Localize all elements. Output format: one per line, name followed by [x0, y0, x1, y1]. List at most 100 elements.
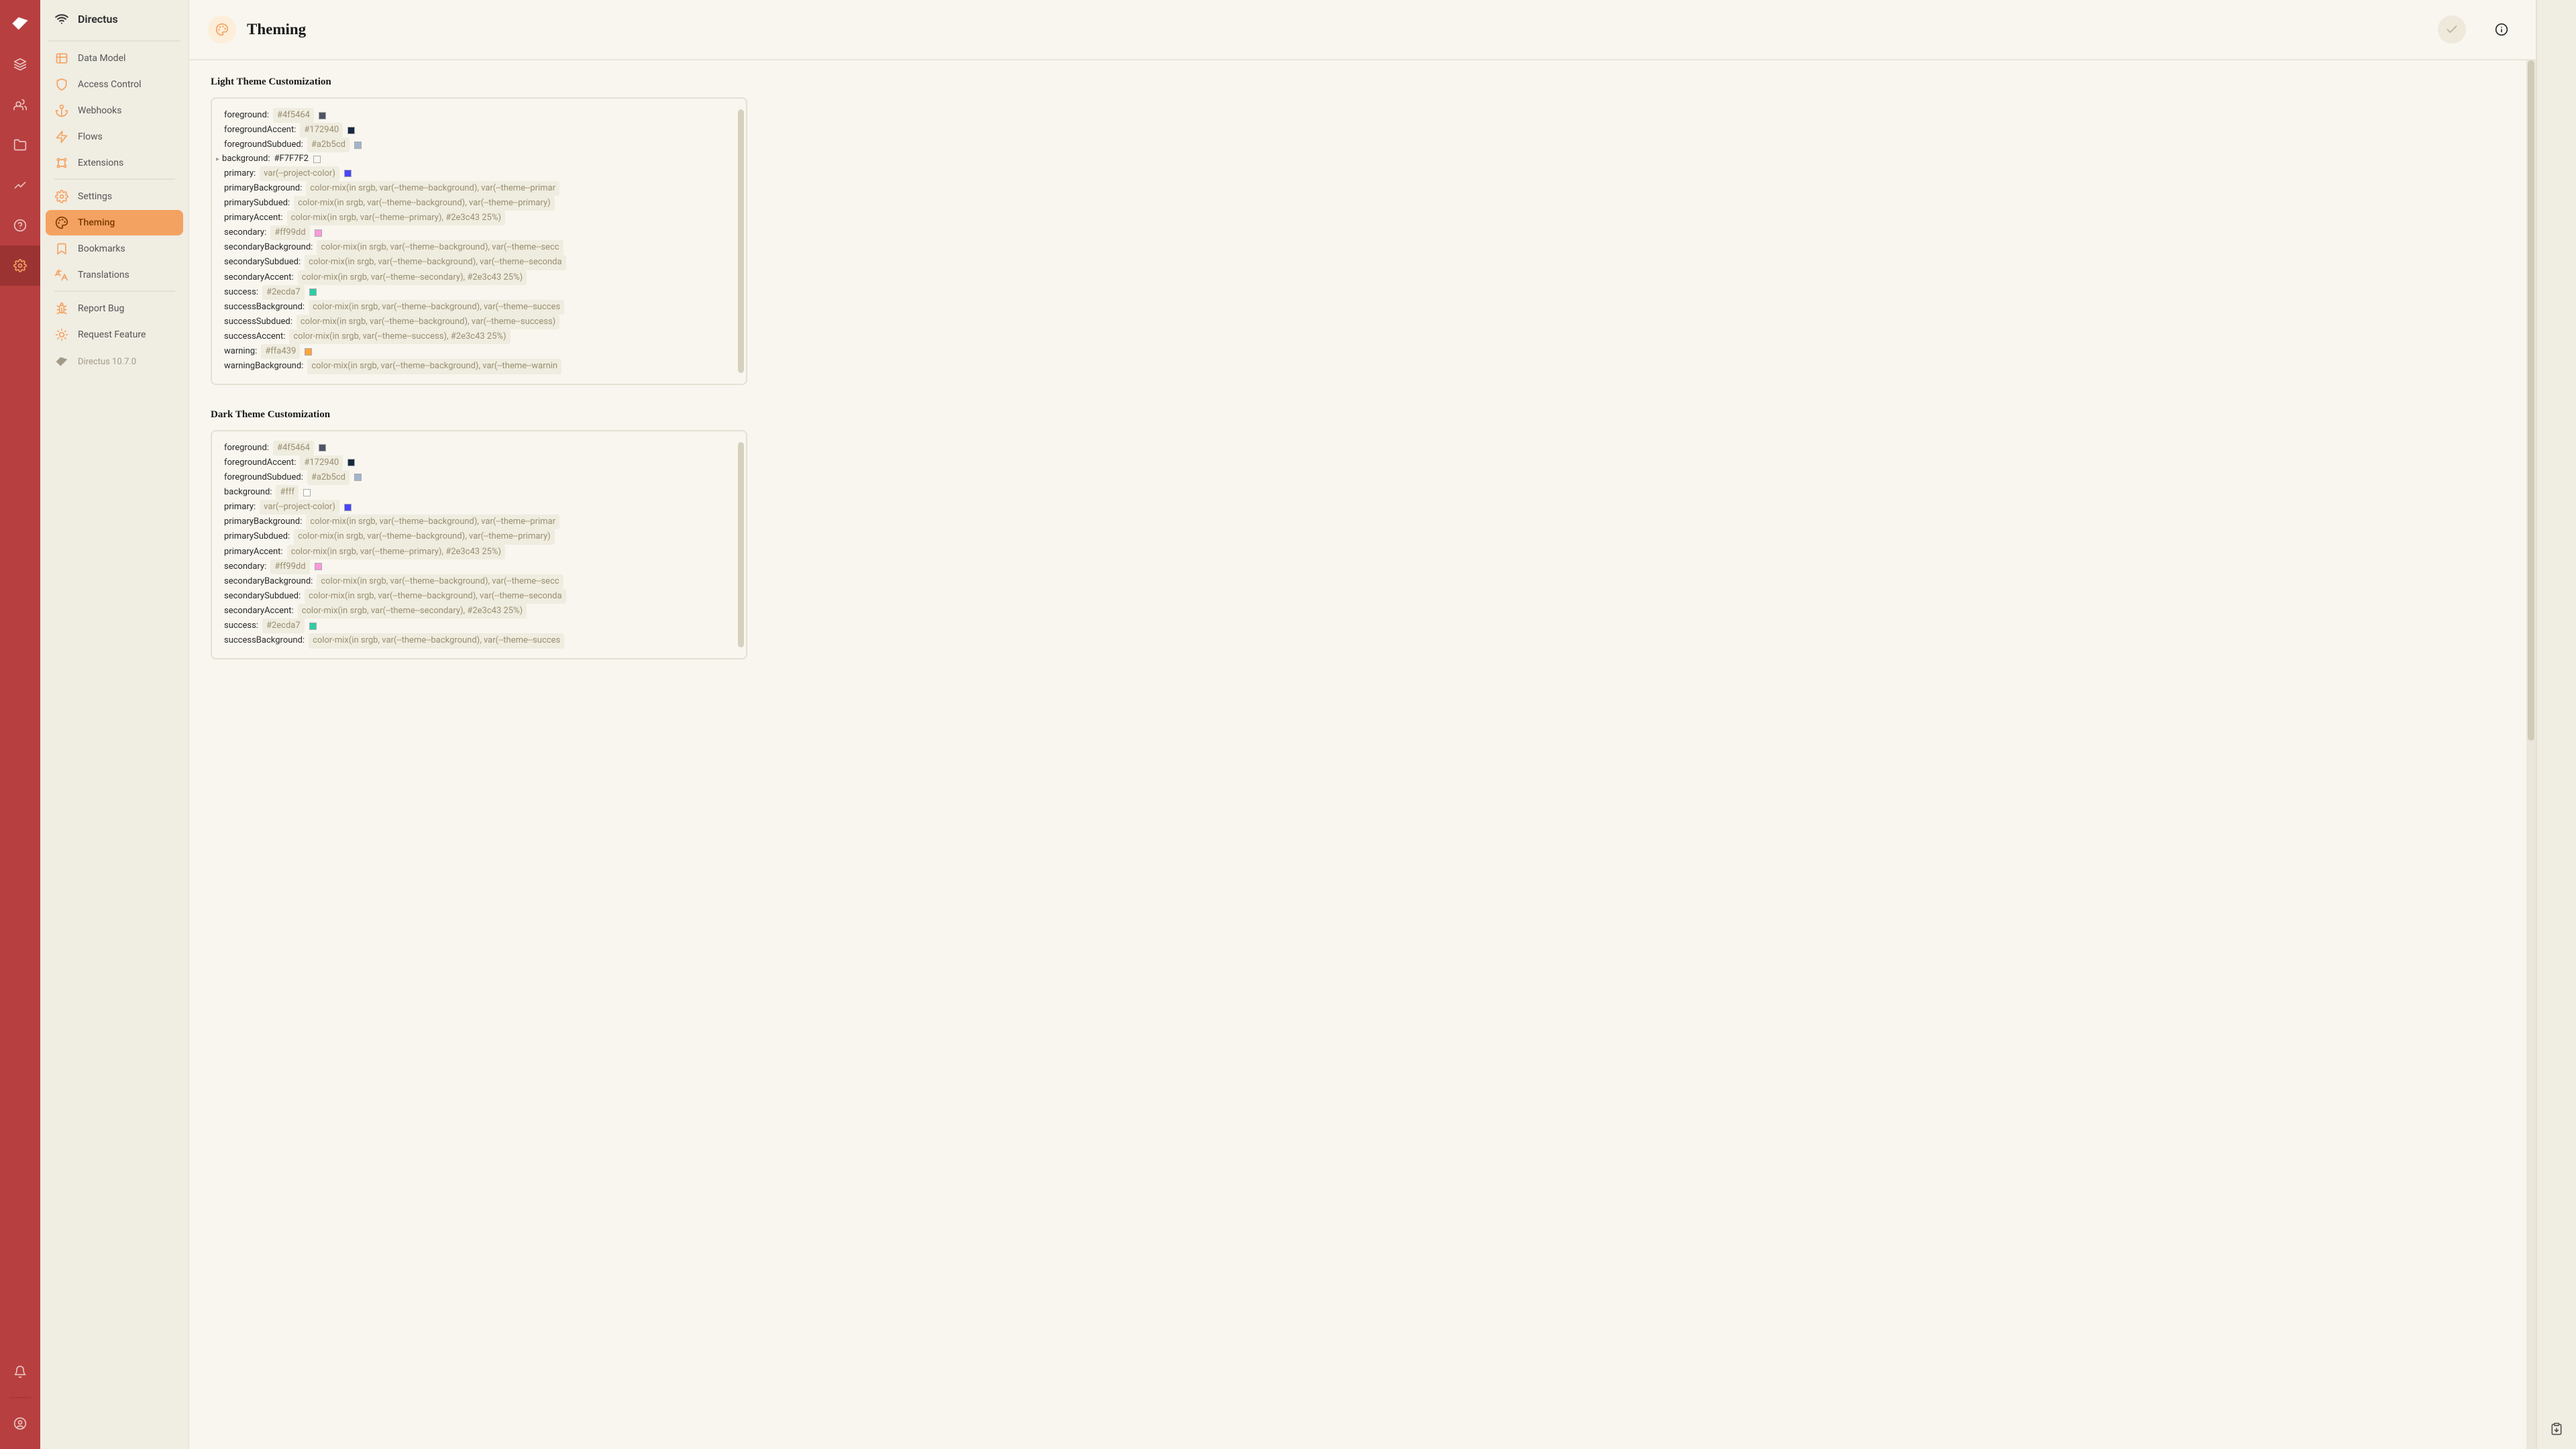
color-swatch[interactable] [315, 563, 322, 570]
property-value[interactable]: #2ecda7 [262, 619, 305, 633]
theme-property-secondary[interactable]: secondary:#ff99dd [224, 225, 739, 240]
theme-property-success[interactable]: success:#2ecda7 [224, 619, 739, 633]
sidebar-version[interactable]: Directus 10.7.0 [46, 348, 183, 375]
property-value[interactable]: color-mix(in srgb, var(--theme--primary)… [287, 211, 505, 225]
theme-property-background[interactable]: ▸background:#F7F7F2 [224, 152, 739, 166]
color-swatch[interactable] [309, 288, 317, 296]
color-swatch[interactable] [354, 142, 362, 149]
color-swatch[interactable] [319, 444, 326, 451]
sidebar-item-data-model[interactable]: Data Model [46, 46, 183, 71]
property-value[interactable]: #fff [276, 485, 299, 500]
theme-property-primarySubdued[interactable]: primarySubdued:color-mix(in srgb, var(--… [224, 529, 739, 544]
property-value[interactable]: color-mix(in srgb, var(--theme--backgrou… [294, 196, 555, 211]
rail-users-icon[interactable] [0, 85, 40, 125]
clipboard-button[interactable] [2536, 1409, 2576, 1449]
theme-property-successBackground[interactable]: successBackground:color-mix(in srgb, var… [224, 300, 739, 315]
theme-property-primary[interactable]: primary:var(--project-color) [224, 166, 739, 181]
property-value[interactable]: color-mix(in srgb, var(--theme--backgrou… [317, 240, 563, 255]
sidebar-item-flows[interactable]: Flows [46, 124, 183, 150]
rail-files-icon[interactable] [0, 125, 40, 165]
info-button[interactable] [2486, 9, 2517, 50]
property-value[interactable]: #4f5464 [273, 441, 314, 455]
theme-property-secondaryAccent[interactable]: secondaryAccent:color-mix(in srgb, var(-… [224, 270, 739, 285]
theme-property-successAccent[interactable]: successAccent:color-mix(in srgb, var(--t… [224, 329, 739, 344]
theme-property-background[interactable]: background:#fff [224, 485, 739, 500]
theme-property-warning[interactable]: warning:#ffa439 [224, 344, 739, 359]
sidebar-item-translations[interactable]: Translations [46, 262, 183, 288]
theme-property-secondaryBackground[interactable]: secondaryBackground:color-mix(in srgb, v… [224, 240, 739, 255]
theme-property-primarySubdued[interactable]: primarySubdued:color-mix(in srgb, var(--… [224, 196, 739, 211]
color-swatch[interactable] [315, 229, 322, 237]
theme-property-primaryBackground[interactable]: primaryBackground:color-mix(in srgb, var… [224, 181, 739, 196]
color-swatch[interactable] [313, 156, 321, 163]
property-value[interactable]: #ff99dd [270, 225, 309, 240]
rail-insights-icon[interactable] [0, 165, 40, 205]
property-value[interactable]: color-mix(in srgb, var(--theme--success)… [289, 329, 510, 344]
theme-property-foregroundAccent[interactable]: foregroundAccent:#172940 [224, 123, 739, 138]
color-swatch[interactable] [344, 170, 352, 177]
rail-notifications-icon[interactable] [0, 1352, 40, 1392]
property-value[interactable]: color-mix(in srgb, var(--theme--backgrou… [309, 633, 564, 648]
property-value[interactable]: #a2b5cd [307, 470, 350, 485]
property-value[interactable]: #ffa439 [261, 344, 300, 359]
property-value[interactable]: color-mix(in srgb, var(--theme--secondar… [298, 270, 527, 285]
theme-property-foreground[interactable]: foreground:#4f5464 [224, 441, 739, 455]
property-value[interactable]: color-mix(in srgb, var(--theme--primary)… [287, 545, 505, 559]
property-value[interactable]: color-mix(in srgb, var(--theme--backgrou… [305, 255, 566, 270]
property-value[interactable]: #172940 [300, 455, 343, 470]
color-swatch[interactable] [319, 112, 326, 119]
light-theme-editor[interactable]: foreground:#4f5464foregroundAccent:#1729… [211, 97, 747, 385]
sidebar-item-settings[interactable]: Settings [46, 184, 183, 209]
sidebar-item-report-bug[interactable]: Report Bug [46, 296, 183, 321]
rail-settings-icon[interactable] [0, 246, 40, 286]
sidebar-item-webhooks[interactable]: Webhooks [46, 98, 183, 123]
color-swatch[interactable] [344, 504, 352, 511]
theme-property-primaryAccent[interactable]: primaryAccent:color-mix(in srgb, var(--t… [224, 211, 739, 225]
rail-content-icon[interactable] [0, 44, 40, 85]
property-value[interactable]: color-mix(in srgb, var(--theme--backgrou… [307, 359, 561, 374]
rail-help-icon[interactable] [0, 205, 40, 246]
color-swatch[interactable] [347, 127, 355, 134]
theme-property-primary[interactable]: primary:var(--project-color) [224, 500, 739, 515]
theme-property-primaryBackground[interactable]: primaryBackground:color-mix(in srgb, var… [224, 515, 739, 529]
sidebar-item-theming[interactable]: Theming [46, 210, 183, 235]
color-swatch[interactable] [354, 474, 362, 481]
theme-property-successBackground[interactable]: successBackground:color-mix(in srgb, var… [224, 633, 739, 648]
theme-property-primaryAccent[interactable]: primaryAccent:color-mix(in srgb, var(--t… [224, 545, 739, 559]
property-value[interactable]: #ff99dd [270, 559, 309, 574]
property-value[interactable]: color-mix(in srgb, var(--theme--backgrou… [305, 589, 566, 604]
theme-property-foregroundSubdued[interactable]: foregroundSubdued:#a2b5cd [224, 470, 739, 485]
property-value[interactable]: color-mix(in srgb, var(--theme--secondar… [298, 604, 527, 619]
color-swatch[interactable] [305, 348, 312, 356]
theme-property-foregroundSubdued[interactable]: foregroundSubdued:#a2b5cd [224, 138, 739, 152]
dark-theme-editor[interactable]: foreground:#4f5464foregroundAccent:#1729… [211, 430, 747, 659]
property-value[interactable]: var(--project-color) [260, 500, 339, 515]
property-value[interactable]: color-mix(in srgb, var(--theme--backgrou… [317, 574, 563, 589]
theme-property-secondaryBackground[interactable]: secondaryBackground:color-mix(in srgb, v… [224, 574, 739, 589]
theme-property-successSubdued[interactable]: successSubdued:color-mix(in srgb, var(--… [224, 315, 739, 329]
save-button[interactable] [2438, 15, 2466, 44]
property-value[interactable]: #4f5464 [273, 108, 314, 123]
property-value[interactable]: #a2b5cd [307, 138, 350, 152]
property-value[interactable]: color-mix(in srgb, var(--theme--backgrou… [306, 181, 559, 196]
color-swatch[interactable] [309, 623, 317, 630]
property-value[interactable]: color-mix(in srgb, var(--theme--backgrou… [306, 515, 559, 529]
theme-property-foreground[interactable]: foreground:#4f5464 [224, 108, 739, 123]
property-value[interactable]: var(--project-color) [260, 166, 339, 181]
sidebar-item-access-control[interactable]: Access Control [46, 72, 183, 97]
color-swatch[interactable] [347, 459, 355, 466]
property-value[interactable]: color-mix(in srgb, var(--theme--backgrou… [297, 315, 559, 329]
theme-property-foregroundAccent[interactable]: foregroundAccent:#172940 [224, 455, 739, 470]
property-value[interactable]: color-mix(in srgb, var(--theme--backgrou… [309, 300, 564, 315]
main-scrollbar[interactable] [2526, 60, 2536, 1449]
sidebar-item-extensions[interactable]: Extensions [46, 150, 183, 176]
property-value[interactable]: #2ecda7 [262, 285, 305, 300]
property-value[interactable]: #F7F7F2 [274, 152, 309, 166]
property-value[interactable]: #172940 [300, 123, 343, 138]
directus-logo[interactable] [0, 7, 40, 40]
property-value[interactable]: color-mix(in srgb, var(--theme--backgrou… [294, 529, 555, 544]
theme-property-success[interactable]: success:#2ecda7 [224, 285, 739, 300]
theme-property-secondary[interactable]: secondary:#ff99dd [224, 559, 739, 574]
theme-property-secondarySubdued[interactable]: secondarySubdued:color-mix(in srgb, var(… [224, 255, 739, 270]
rail-account-icon[interactable] [0, 1403, 40, 1444]
